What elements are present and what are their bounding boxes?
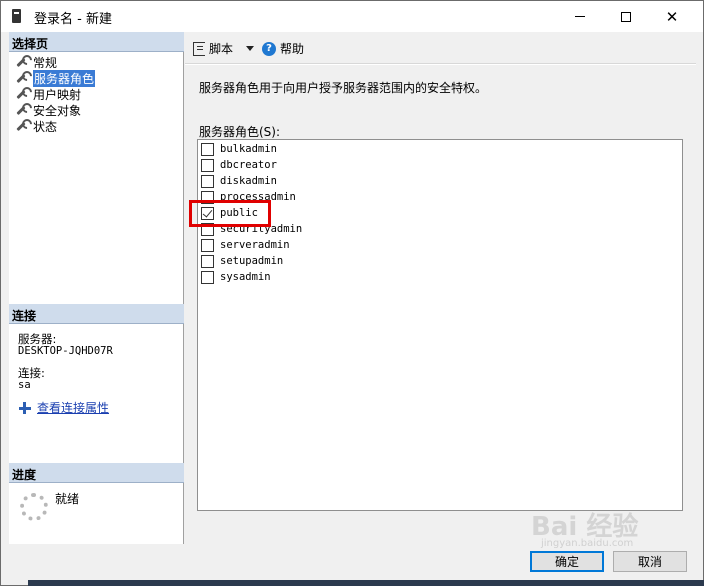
nav-item-label: 状态 — [33, 119, 58, 134]
nav-item-label: 安全对象 — [33, 103, 82, 118]
toolbar: 脚本 ? 帮助 — [185, 32, 696, 64]
role-row-securityadmin[interactable]: securityadmin — [201, 221, 302, 237]
role-row-diskadmin[interactable]: diskadmin — [201, 173, 277, 189]
nav-item-label: 服务器角色 — [33, 69, 96, 87]
close-button[interactable]: ✕ — [649, 1, 695, 32]
right-pane: 脚本 ? 帮助 服务器角色用于向用户授予服务器范围内的安全特权。 服务器角色(S… — [185, 32, 696, 544]
connection-plug-icon — [17, 401, 33, 414]
window-title: 登录名 - 新建 — [34, 12, 112, 27]
progress-header: 进度 — [9, 463, 184, 483]
help-icon: ? — [262, 41, 276, 56]
help-label: 帮助 — [280, 42, 305, 56]
wrench-icon — [15, 55, 29, 69]
cancel-button[interactable]: 取消 — [613, 551, 687, 572]
nav-item-user-mapping[interactable]: 用户映射 — [15, 86, 81, 102]
server-login-icon — [12, 9, 21, 23]
select-page-header: 选择页 — [9, 32, 184, 52]
taskbar-strip — [28, 580, 704, 586]
role-name: sysadmin — [220, 271, 271, 283]
nav-item-label: 常规 — [33, 55, 58, 70]
help-button[interactable]: ? 帮助 — [262, 40, 304, 57]
server-value: DESKTOP-JQHD07R — [18, 345, 113, 357]
nav-item-server-roles[interactable]: 服务器角色 — [15, 69, 96, 87]
role-checkbox[interactable] — [201, 254, 214, 268]
server-roles-label: 服务器角色(S): — [199, 125, 281, 139]
script-label: 脚本 — [209, 42, 234, 56]
role-name: processadmin — [220, 191, 296, 203]
title-bar[interactable]: 登录名 - 新建 ✕ — [1, 1, 703, 32]
server-roles-list[interactable]: bulkadmin dbcreator diskadmin processadm… — [197, 139, 683, 511]
role-name: securityadmin — [220, 223, 303, 235]
server-roles-content: 服务器角色用于向用户授予服务器范围内的安全特权。 服务器角色(S): bulka… — [185, 65, 696, 544]
role-checkbox[interactable] — [201, 158, 214, 172]
role-row-dbcreator[interactable]: dbcreator — [201, 157, 277, 173]
nav-item-label: 用户映射 — [33, 87, 82, 102]
view-connection-properties-label: 查看连接属性 — [37, 401, 110, 415]
role-name: bulkadmin — [220, 143, 277, 155]
login-new-dialog: 登录名 - 新建 ✕ 选择页 常规 服务器角色 用户映射 安全对象 状态 连接 … — [0, 0, 704, 586]
role-checkbox[interactable] — [201, 222, 214, 236]
wrench-icon — [15, 103, 29, 117]
role-row-processadmin[interactable]: processadmin — [201, 189, 296, 205]
ok-button[interactable]: 确定 — [530, 551, 604, 572]
progress-spinner-icon — [20, 493, 48, 521]
script-icon — [193, 41, 205, 56]
wrench-icon — [15, 87, 29, 101]
role-name: serveradmin — [220, 239, 290, 251]
view-connection-properties-link[interactable]: 查看连接属性 — [17, 399, 109, 416]
role-checkbox[interactable] — [201, 142, 214, 156]
left-pane: 选择页 常规 服务器角色 用户映射 安全对象 状态 连接 服务器: DESKTO… — [9, 32, 184, 544]
role-row-serveradmin[interactable]: serveradmin — [201, 237, 290, 253]
maximize-icon — [621, 11, 631, 22]
role-row-setupadmin[interactable]: setupadmin — [201, 253, 283, 269]
server-roles-description: 服务器角色用于向用户授予服务器范围内的安全特权。 — [199, 81, 488, 95]
close-icon: ✕ — [665, 7, 679, 26]
role-name: public — [220, 207, 258, 219]
role-row-bulkadmin[interactable]: bulkadmin — [201, 141, 277, 157]
maximize-button[interactable] — [603, 1, 649, 32]
nav-item-general[interactable]: 常规 — [15, 54, 57, 70]
nav-item-securables[interactable]: 安全对象 — [15, 102, 81, 118]
wrench-icon — [15, 119, 29, 133]
role-name: dbcreator — [220, 159, 277, 171]
role-name: diskadmin — [220, 175, 277, 187]
minimize-button[interactable] — [557, 1, 603, 32]
role-row-sysadmin[interactable]: sysadmin — [201, 269, 271, 285]
minimize-icon — [575, 16, 585, 17]
connection-header: 连接 — [9, 304, 184, 324]
role-checkbox[interactable] — [201, 190, 214, 204]
role-name: setupadmin — [220, 255, 284, 267]
progress-status: 就绪 — [55, 492, 80, 506]
role-checkbox-checked[interactable] — [201, 206, 214, 220]
wrench-icon — [15, 71, 29, 85]
role-checkbox[interactable] — [201, 174, 214, 188]
nav-item-status[interactable]: 状态 — [15, 118, 57, 134]
role-row-public[interactable]: public — [201, 205, 258, 221]
script-button[interactable]: 脚本 — [193, 40, 233, 57]
script-dropdown-arrow-icon[interactable] — [246, 46, 254, 51]
connection-value: sa — [18, 379, 31, 391]
role-checkbox[interactable] — [201, 270, 214, 284]
role-checkbox[interactable] — [201, 238, 214, 252]
